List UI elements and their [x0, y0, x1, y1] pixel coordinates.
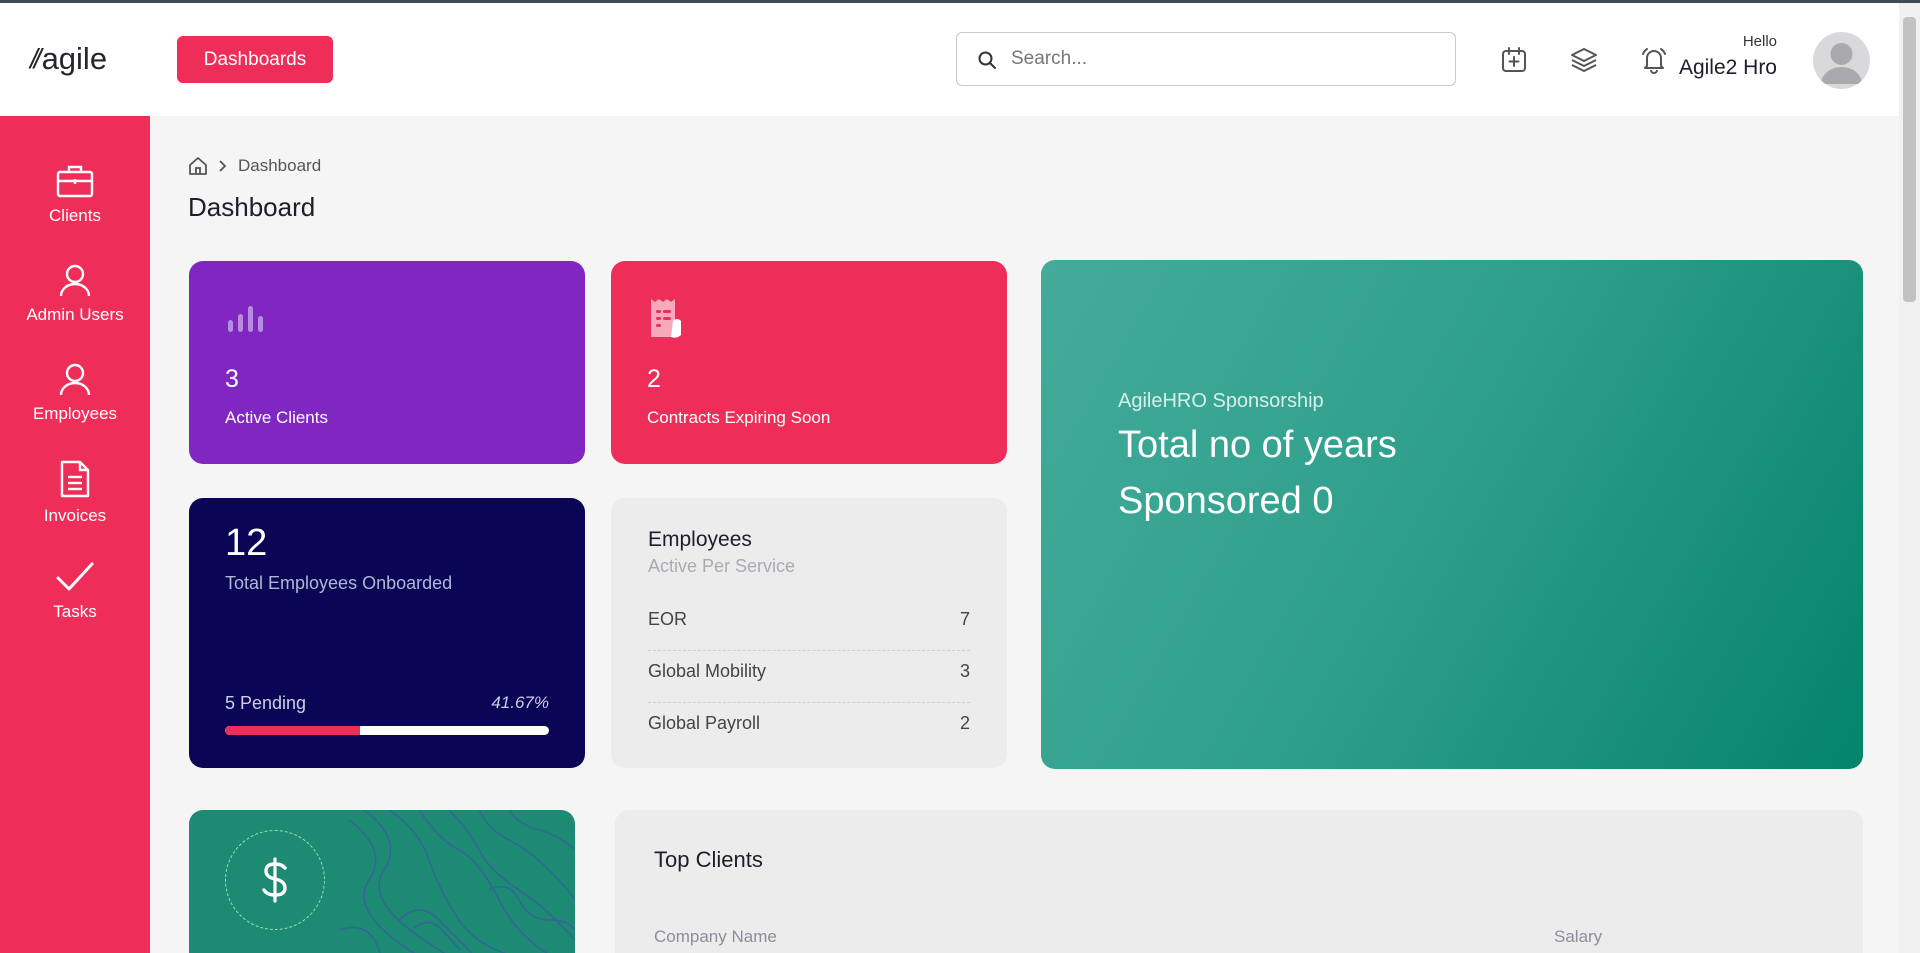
dashboards-button[interactable]: Dashboards [177, 36, 333, 83]
active-clients-card[interactable]: 3 Active Clients [189, 261, 585, 464]
receipt-hand-icon [651, 299, 681, 338]
user-icon [59, 363, 91, 396]
sidebar-item-clients[interactable]: Clients [0, 164, 150, 226]
service-count: 3 [959, 661, 970, 681]
onboarded-label: Total Employees Onboarded [225, 573, 453, 593]
onboarding-progress-bar [225, 726, 549, 735]
column-header-salary[interactable]: Salary [1554, 927, 1602, 947]
page-title: Dashboard [188, 192, 316, 222]
column-header-company[interactable]: Company Name [654, 927, 777, 947]
onboarded-percent: 41.67% [491, 693, 549, 712]
sidebar-item-tasks[interactable]: Tasks [0, 560, 150, 622]
sidebar-item-label: Invoices [43, 506, 107, 525]
search-box[interactable] [956, 32, 1456, 86]
employees-onboarded-card[interactable]: 12 Total Employees Onboarded 5 Pending 4… [189, 498, 585, 768]
breadcrumb-current[interactable]: Dashboard [238, 156, 321, 176]
search-icon [978, 51, 996, 69]
contracts-expiring-label: Contracts Expiring Soon [647, 408, 831, 427]
service-row: EOR 7 [648, 609, 970, 651]
sponsorship-line-2: Sponsored 0 [1118, 480, 1334, 522]
bell-icon[interactable] [1639, 45, 1669, 75]
breadcrumb: Dashboard [188, 156, 321, 176]
greeting-text: Hello [1742, 33, 1777, 50]
user-name[interactable]: Agile2 Hro [1679, 56, 1777, 80]
sidebar-item-label: Admin Users [26, 305, 124, 324]
sidebar: Clients Admin Users Employees Invoices T… [0, 116, 150, 953]
logo-text: agile [41, 41, 108, 76]
service-row: Global Payroll 2 [648, 713, 970, 754]
dollar-icon [262, 857, 287, 903]
avatar[interactable] [1813, 32, 1870, 89]
logo-slashes: // [30, 43, 41, 74]
sidebar-item-invoices[interactable]: Invoices [0, 460, 150, 526]
user-avatar-icon [1821, 43, 1862, 84]
sidebar-item-label: Clients [49, 206, 101, 225]
service-name: Global Mobility [648, 661, 767, 681]
onboarded-value: 12 [225, 522, 268, 564]
top-clients-title: Top Clients [654, 847, 763, 872]
agile-logo[interactable]: // agile [30, 41, 107, 77]
onboarding-progress-fill [225, 726, 360, 735]
layers-icon[interactable] [1569, 45, 1599, 75]
scrollbar-thumb[interactable] [1903, 17, 1916, 302]
check-icon [56, 562, 94, 591]
payroll-summary-card [189, 810, 575, 953]
contracts-expiring-card[interactable]: 2 Contracts Expiring Soon [611, 261, 1007, 464]
sponsorship-line-1: Total no of years [1118, 424, 1397, 466]
service-name: EOR [648, 609, 688, 629]
pending-label: 5 Pending [225, 693, 307, 713]
calendar-add-icon[interactable] [1499, 45, 1529, 75]
service-row: Global Mobility 3 [648, 661, 970, 703]
search-input[interactable] [1011, 43, 1431, 75]
top-clients-card: Top Clients Company Name Salary [615, 810, 1863, 953]
active-clients-value: 3 [225, 365, 239, 393]
top-header: // agile Dashboards Hello Agile2 Hro [0, 3, 1899, 116]
active-clients-label: Active Clients [225, 408, 328, 427]
sidebar-item-employees[interactable]: Employees [0, 362, 150, 424]
service-count: 7 [959, 609, 970, 629]
service-count: 2 [959, 713, 970, 733]
contracts-expiring-value: 2 [647, 365, 661, 393]
page-scrollbar[interactable] [1899, 3, 1920, 953]
home-icon[interactable] [188, 156, 208, 176]
sidebar-item-admin-users[interactable]: Admin Users [0, 263, 150, 325]
document-icon [60, 460, 90, 498]
bar-chart-icon [228, 306, 263, 332]
employees-per-service-card: Employees Active Per Service EOR 7 Globa… [611, 498, 1007, 768]
sponsorship-subtitle: AgileHRO Sponsorship [1118, 390, 1324, 412]
chevron-right-icon [219, 160, 227, 172]
service-name: Global Payroll [648, 713, 761, 733]
briefcase-icon [56, 165, 94, 198]
employees-card-subtitle: Active Per Service [648, 556, 796, 576]
sponsorship-card: AgileHRO Sponsorship Total no of years S… [1041, 260, 1863, 769]
sidebar-item-label: Employees [32, 404, 118, 423]
user-icon [59, 264, 91, 297]
employees-card-title: Employees [648, 528, 752, 551]
sidebar-item-label: Tasks [53, 602, 97, 621]
